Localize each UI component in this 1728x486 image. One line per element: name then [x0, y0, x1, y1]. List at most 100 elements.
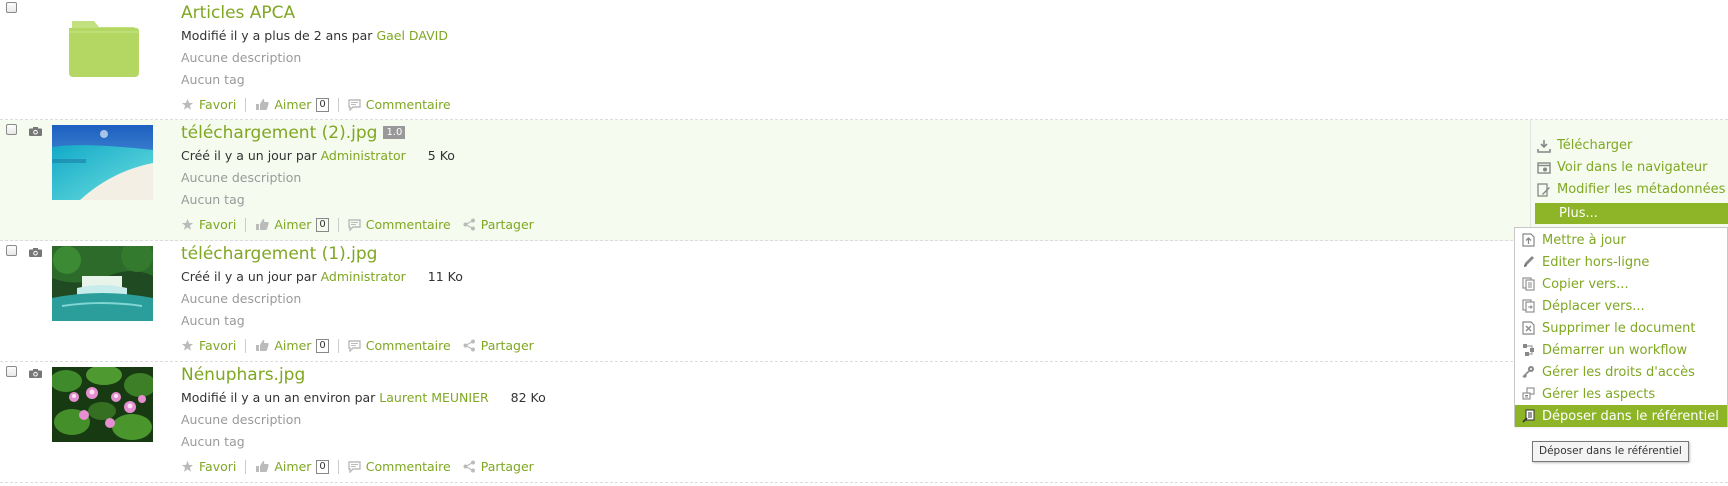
comment-icon — [348, 339, 361, 352]
telecharger-action[interactable]: Télécharger — [1537, 138, 1632, 153]
divider — [245, 338, 247, 353]
aimer-label: Aimer — [274, 338, 312, 353]
browser-view-icon — [1537, 161, 1551, 174]
item-title-text: téléchargement (2).jpg — [181, 123, 378, 143]
waterfall-image[interactable] — [52, 246, 153, 321]
aimer-label: Aimer — [274, 217, 312, 232]
favori-action[interactable]: Favori — [181, 217, 236, 232]
commentaire-action[interactable]: Commentaire — [348, 338, 451, 353]
favori-action[interactable]: Favori — [181, 459, 236, 474]
copier-vers-item[interactable]: Copier vers... — [1515, 273, 1727, 295]
upload-icon — [1522, 233, 1535, 247]
select-checkbox[interactable] — [6, 366, 17, 377]
key-icon — [1522, 366, 1534, 379]
supprimer-document-item[interactable]: Supprimer le document — [1515, 317, 1727, 339]
divider — [337, 459, 339, 474]
file-size: 5 Ko — [427, 148, 455, 163]
telecharger-label: Télécharger — [1557, 138, 1633, 153]
partager-label: Partager — [480, 338, 534, 353]
list-item-telechargement-1: téléchargement (1).jpg Créé il y a un jo… — [0, 241, 1728, 362]
divider — [245, 97, 247, 112]
modifier-metadonnees-action[interactable]: Modifier les métadonnées — [1537, 182, 1725, 197]
deplacer-vers-item[interactable]: Déplacer vers... — [1515, 295, 1727, 317]
select-checkbox[interactable] — [6, 2, 17, 13]
thumbs-up-icon — [256, 340, 269, 351]
favori-action[interactable]: Favori — [181, 97, 236, 112]
list-item-telechargement-2: téléchargement (2).jpg 1.0 Créé il y a un… — [0, 120, 1728, 241]
beach-image[interactable] — [52, 125, 153, 200]
camera-icon — [29, 127, 42, 136]
demarrer-workflow-item[interactable]: Démarrer un workflow — [1515, 339, 1727, 361]
item-tags: Aucun tag — [181, 192, 245, 207]
tooltip: Déposer dans le référentiel — [1532, 441, 1689, 462]
aimer-action[interactable]: Aimer 0 — [255, 97, 329, 112]
editer-hors-ligne-label: Editer hors-ligne — [1542, 254, 1650, 270]
item-actions: Favori Aimer 0 Commentaire — [181, 97, 451, 112]
item-title[interactable]: Articles APCA — [181, 3, 295, 23]
comment-icon — [348, 218, 361, 231]
commentaire-action[interactable]: Commentaire — [348, 97, 451, 112]
author-link[interactable]: Laurent MEUNIER — [379, 390, 488, 405]
version-badge: 1.0 — [383, 126, 406, 139]
partager-action[interactable]: Partager — [463, 459, 534, 474]
water-lilies-image[interactable] — [52, 367, 153, 442]
item-tags: Aucun tag — [181, 72, 245, 87]
voir-navigateur-action[interactable]: Voir dans le navigateur — [1537, 160, 1707, 175]
divider — [245, 217, 247, 232]
item-title[interactable]: téléchargement (2).jpg 1.0 — [181, 123, 406, 143]
created-text: Créé il y a un jour par — [181, 269, 317, 284]
item-tags: Aucun tag — [181, 313, 245, 328]
partager-action[interactable]: Partager — [463, 338, 534, 353]
author-link[interactable]: Administrator — [321, 269, 406, 284]
item-title[interactable]: Nénuphars.jpg — [181, 365, 305, 385]
commentaire-action[interactable]: Commentaire — [348, 217, 451, 232]
item-actions: Favori Aimer 0 Commentaire Partager — [181, 338, 534, 353]
aimer-action[interactable]: Aimer 0 — [255, 338, 329, 353]
modifier-label: Modifier les métadonnées — [1557, 182, 1726, 197]
partager-action[interactable]: Partager — [463, 217, 534, 232]
deposer-referentiel-label: Déposer dans le référentiel — [1542, 408, 1719, 424]
select-checkbox[interactable] — [6, 245, 17, 256]
aimer-action[interactable]: Aimer 0 — [255, 217, 329, 232]
star-icon — [181, 218, 194, 230]
editer-hors-ligne-item[interactable]: Editer hors-ligne — [1515, 251, 1727, 273]
item-title[interactable]: téléchargement (1).jpg — [181, 244, 377, 264]
item-tags: Aucun tag — [181, 434, 245, 449]
item-meta: Modifié il y a un an environ par Laurent… — [181, 390, 546, 405]
favori-label: Favori — [199, 97, 237, 112]
item-description: Aucune description — [181, 412, 302, 427]
plus-label: Plus... — [1559, 206, 1598, 221]
like-count: 0 — [316, 459, 329, 474]
star-icon — [181, 460, 194, 472]
gerer-aspects-item[interactable]: Gérer les aspects — [1515, 383, 1727, 405]
share-icon — [463, 460, 475, 473]
move-icon — [1522, 299, 1535, 313]
gerer-droits-item[interactable]: Gérer les droits d'accès — [1515, 361, 1727, 383]
select-checkbox[interactable] — [6, 124, 17, 135]
more-actions-dropdown: Mettre à jour Editer hors-ligne Copier v… — [1514, 227, 1728, 427]
deposer-referentiel-item[interactable]: Déposer dans le référentiel — [1515, 405, 1727, 427]
copier-vers-label: Copier vers... — [1542, 276, 1629, 292]
favori-action[interactable]: Favori — [181, 338, 236, 353]
plus-menu-button[interactable]: Plus... — [1535, 203, 1728, 224]
item-meta: Créé il y a un jour par Administrator 11… — [181, 269, 463, 284]
author-link[interactable]: Administrator — [321, 148, 406, 163]
commentaire-action[interactable]: Commentaire — [348, 459, 451, 474]
item-actions: Favori Aimer 0 Commentaire Partager — [181, 459, 534, 474]
file-size: 82 Ko — [510, 390, 546, 405]
item-meta: Modifié il y a plus de 2 ans par Gael DA… — [181, 28, 448, 43]
author-link[interactable]: Gael DAVID — [376, 28, 448, 43]
star-icon — [181, 339, 194, 351]
aimer-action[interactable]: Aimer 0 — [255, 459, 329, 474]
like-count: 0 — [316, 217, 329, 232]
commentaire-label: Commentaire — [365, 217, 451, 232]
aimer-label: Aimer — [274, 459, 312, 474]
star-icon — [181, 98, 194, 110]
modified-text: Modifié il y a plus de 2 ans par — [181, 28, 373, 43]
camera-icon — [29, 248, 42, 257]
item-actions: Favori Aimer 0 Commentaire Partager — [181, 217, 534, 232]
mettre-a-jour-item[interactable]: Mettre à jour — [1515, 229, 1727, 251]
divider — [337, 338, 339, 353]
folder-icon[interactable] — [52, 8, 153, 83]
item-description: Aucune description — [181, 170, 302, 185]
